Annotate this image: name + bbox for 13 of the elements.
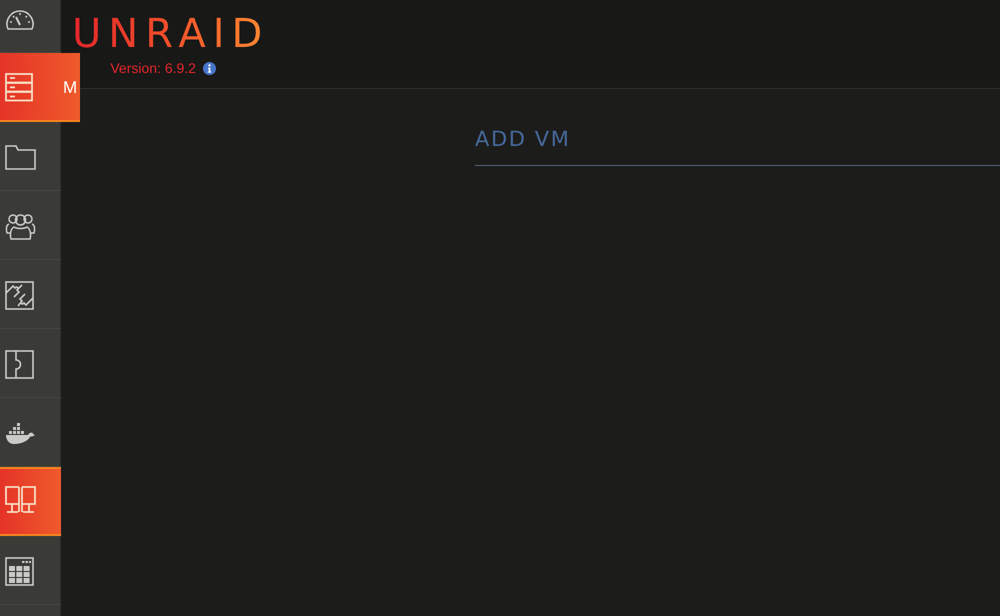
sidebar-item[interactable]: M [0, 53, 80, 122]
info-icon[interactable] [202, 62, 216, 74]
grid-icon [5, 556, 34, 586]
gauge-icon [5, 8, 35, 30]
folder-icon [5, 144, 36, 170]
page-title: ADD VM [475, 125, 1000, 166]
puzzle-icon [5, 280, 34, 310]
split-square-icon [5, 350, 34, 378]
whale-icon [5, 422, 36, 444]
version-text: Version: 6.9.2 [110, 60, 196, 76]
users-icon [5, 212, 36, 240]
sidebar-item[interactable] [0, 467, 61, 536]
server-icon [5, 73, 33, 102]
